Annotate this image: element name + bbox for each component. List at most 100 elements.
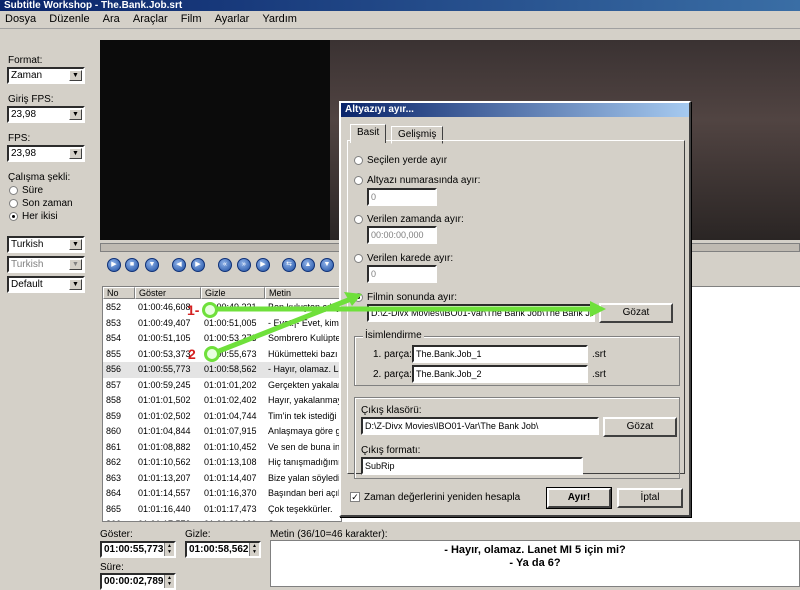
table-row[interactable]: 855 01:00:53,373 01:00:55,673 Hükümetteki b… [103, 347, 341, 363]
subtitle-text-editor[interactable]: - Hayır, olamaz. Lanet MI 5 için mi? - Y… [270, 540, 800, 587]
duration-field[interactable]: 00:00:02,789 ▲ ▼ [100, 573, 176, 590]
option-split-time[interactable]: Verilen zamanda ayır: [354, 214, 464, 225]
part1-input[interactable]: The.Bank.Job_1 [412, 345, 588, 363]
hide-time-field[interactable]: 01:00:58,562 ▲ ▼ [185, 541, 261, 558]
input-fps-value: 23,98 [11, 109, 37, 120]
table-row[interactable]: 862 01:01:10,562 01:01:13,108 Hiç tanışmadı… [103, 455, 341, 471]
cell-hide: 01:01:07,915 [204, 426, 257, 436]
col-header-hide[interactable]: Gizle [201, 287, 265, 299]
cell-no: 866 [106, 517, 134, 521]
cell-no: 856 [106, 364, 122, 374]
cell-no: 865 [106, 503, 122, 514]
download-icon[interactable]: ▼ [145, 258, 159, 272]
menu-search[interactable]: Ara [98, 11, 125, 27]
table-row[interactable]: 852 01:00:46,608 01:00:49,221 Ben kuluşten … [103, 300, 341, 316]
table-row[interactable]: 864 01:01:14,557 01:01:16,370 Başından beri… [103, 486, 341, 502]
cell-hide: 01:01:13,108 [204, 457, 257, 467]
table-row[interactable]: 856 01:00:55,773 01:00:58,562 - Hayır, olam… [103, 362, 341, 378]
language-select-2[interactable]: Turkish ▼ [7, 256, 85, 273]
format-select[interactable]: Zaman ▼ [7, 67, 85, 84]
col-header-text[interactable]: Metin [265, 287, 341, 299]
menu-file[interactable]: Dosya [0, 11, 41, 27]
down-icon[interactable]: ▼ [320, 258, 334, 272]
option-split-frame[interactable]: Verilen karede ayır: [354, 253, 453, 264]
language-select-1[interactable]: Turkish ▼ [7, 236, 85, 253]
menu-edit[interactable]: Düzenle [44, 11, 94, 27]
rewind-icon[interactable]: « [218, 258, 232, 272]
cell-text: Hükümetteki bazı [268, 348, 338, 359]
mode-option-duration[interactable]: Süre [9, 185, 43, 196]
table-row[interactable]: 863 01:01:13,207 01:01:14,407 Bize yalan sö… [103, 471, 341, 487]
play-icon[interactable]: ▶ [107, 258, 121, 272]
style-select[interactable]: Default ▼ [7, 276, 85, 293]
fast-forward-icon[interactable]: » [237, 258, 251, 272]
tab-basic[interactable]: Basit [350, 124, 387, 143]
subtitle-list[interactable]: No Göster Gizle Metin 852 01:00:46,608 01:… [102, 286, 342, 522]
forward-icon[interactable]: ▶ [191, 258, 205, 272]
menu-settings[interactable]: Ayarlar [210, 11, 255, 27]
annotation-dot-1 [202, 302, 218, 318]
table-row[interactable]: 865 01:01:16,440 01:01:17,473 Çok teşekkürl… [103, 502, 341, 518]
next-icon[interactable]: ▶ [256, 258, 270, 272]
cell-hide: 01:01:04,744 [204, 410, 257, 421]
mode-option-end-time[interactable]: Son zaman [9, 198, 73, 209]
subtitle-number-input[interactable]: 0 [367, 188, 437, 206]
output-folder-input[interactable]: D:\Z-Divx Movies\IBO01-Var\The Bank Job\ [361, 417, 599, 435]
cancel-button[interactable]: İptal [617, 488, 683, 508]
table-row[interactable]: 861 01:01:08,882 01:01:10,452 Ve sen de bun… [103, 440, 341, 456]
option-split-selected[interactable]: Seçilen yerde ayır [354, 155, 447, 166]
col-header-no[interactable]: No [103, 287, 135, 299]
cell-text: Sence uyuşturucu [268, 517, 341, 521]
split-button[interactable]: Ayır! [546, 487, 612, 509]
back-icon[interactable]: ◀ [172, 258, 186, 272]
table-row[interactable]: 866 01:01:17,573 01:01:20,000 Sence uyuştur… [103, 517, 341, 521]
chevron-down-icon: ▼ [69, 70, 82, 81]
cell-text: Sombrero Kulüpte [268, 333, 341, 343]
movie-path-input[interactable]: D:\Z-Divx Movies\IBO01-Var\The Bank Job\… [367, 304, 595, 322]
cell-hide: 01:01:16,370 [204, 488, 257, 498]
cell-text: Ve sen de buna in [268, 441, 341, 452]
split-time-input[interactable]: 00:00:00,000 [367, 226, 437, 244]
part2-input[interactable]: The.Bank.Job_2 [412, 365, 588, 383]
cell-hide: 01:00:53,273 [204, 333, 257, 343]
cell-show: 01:01:08,882 [138, 441, 191, 452]
col-header-show[interactable]: Göster [135, 287, 201, 299]
option-split-movie-end[interactable]: Filmin sonunda ayır: [354, 292, 457, 303]
show-time-field[interactable]: 01:00:55,773 ▲ ▼ [100, 541, 176, 558]
swap-icon[interactable]: ⇆ [282, 258, 296, 272]
table-row[interactable]: 853 01:00:49,407 01:00:51,005- Evet.|- Eve… [103, 316, 341, 332]
recalc-times-checkbox[interactable]: ✓ Zaman değerlerini yeniden hesapla [350, 492, 520, 503]
cell-hide: 01:01:10,452 [204, 441, 257, 452]
chevron-down-icon: ▼ [69, 259, 82, 270]
annotation-dot-2 [204, 346, 220, 362]
input-fps-select[interactable]: 23,98 ▼ [7, 106, 85, 123]
browse-folder-button[interactable]: Gözat [603, 417, 677, 437]
fps-select[interactable]: 23,98 ▼ [7, 145, 85, 162]
output-folder-label: Çıkış klasörü: [361, 405, 422, 416]
stop-icon[interactable]: ■ [125, 258, 139, 272]
split-frame-input[interactable]: 0 [367, 265, 437, 283]
table-row[interactable]: 854 01:00:51,105 01:00:53,273 Sombrero Kulü… [103, 331, 341, 347]
table-row[interactable]: 858 01:01:01,502 01:01:02,402 Hayır, yakala… [103, 393, 341, 409]
table-row[interactable]: 857 01:00:59,245 01:01:01,202 Gerçekten yak… [103, 378, 342, 394]
up-icon[interactable]: ▲ [301, 258, 315, 272]
table-row[interactable]: 860 01:01:04,844 01:01:07,915 Anlaşmaya gör… [103, 424, 341, 440]
cell-text: Tim'in tek istediği [268, 410, 337, 421]
option-split-number[interactable]: Altyazı numarasında ayır: [354, 175, 480, 186]
menu-help[interactable]: Yardım [257, 11, 302, 27]
cell-text: Gerçekten yakalar [268, 379, 342, 390]
spinner-icon[interactable]: ▲ ▼ [164, 543, 174, 556]
table-row[interactable]: 859 01:01:02,502 01:01:04,744 Tim'in tek is… [103, 409, 341, 425]
output-format-select[interactable]: SubRip [361, 457, 583, 475]
naming-group-title: İsimlendirme [363, 330, 424, 341]
radio-checked-icon [9, 211, 18, 221]
mode-option-both[interactable]: Her ikisi [9, 211, 58, 222]
menu-tools[interactable]: Araçlar [128, 11, 173, 27]
cell-text: Çok teşekkürler. [268, 503, 333, 514]
cell-show: 01:01:14,557 [138, 488, 191, 498]
cell-show: 01:00:51,105 [138, 333, 191, 343]
spinner-icon[interactable]: ▲ ▼ [249, 543, 259, 556]
menu-movie[interactable]: Film [176, 11, 207, 27]
spinner-icon[interactable]: ▲ ▼ [164, 575, 174, 588]
browse-movie-button[interactable]: Gözat [599, 303, 673, 323]
